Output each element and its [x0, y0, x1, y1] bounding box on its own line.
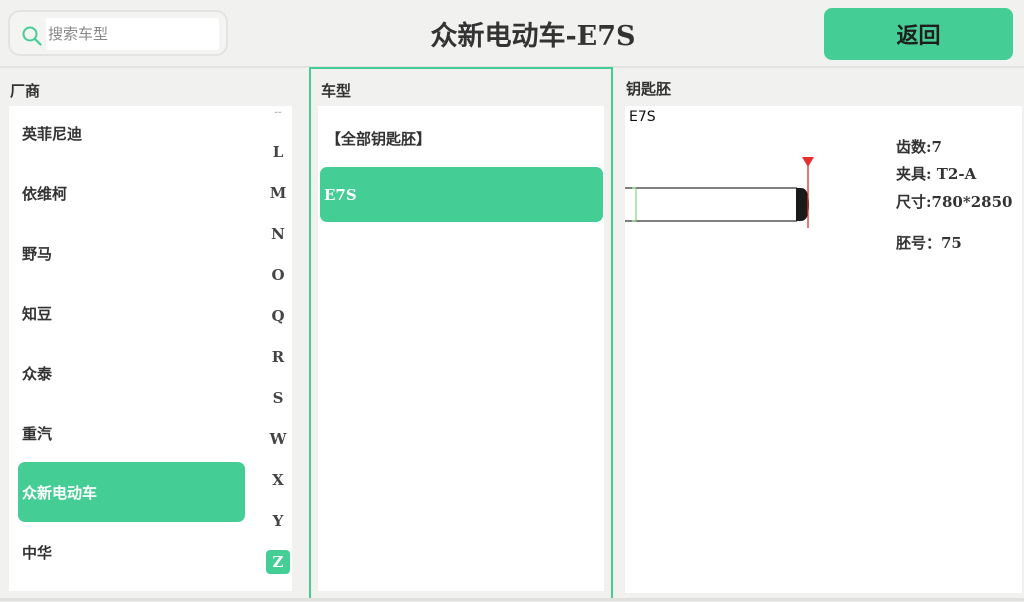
- back-button[interactable]: 返回: [824, 8, 1013, 60]
- spec-teeth: 齿数:7: [896, 138, 942, 156]
- letter-index-partial: --: [274, 108, 282, 118]
- letter-index-item-selected[interactable]: Z: [266, 550, 290, 574]
- manufacturer-item[interactable]: 野马: [22, 243, 52, 264]
- manufacturer-list: 英菲尼迪 依维柯 野马 知豆 众泰 重汽 众新电动车 中华 -- L M N O…: [9, 106, 292, 591]
- bottom-divider: [0, 598, 1024, 601]
- model-item-selected[interactable]: E7S: [320, 167, 603, 222]
- letter-index-item[interactable]: L: [264, 143, 292, 161]
- letter-index-item[interactable]: Q: [264, 307, 292, 325]
- spec-blank-number: 胚号：75: [896, 234, 962, 252]
- manufacturer-item[interactable]: 众泰: [22, 363, 52, 384]
- spec-clamp: 夹具: T2-A: [896, 165, 977, 183]
- letter-index-item[interactable]: M: [264, 184, 292, 202]
- letter-index-item[interactable]: X: [264, 471, 292, 489]
- model-list: 【全部钥匙胚】 E7S: [318, 106, 604, 591]
- key-blank-diagram: [625, 157, 814, 228]
- manufacturer-item[interactable]: 英菲尼迪: [22, 123, 82, 144]
- spec-size: 尺寸:780*2850: [896, 193, 1013, 211]
- key-blank-panel: E7S 齿数:7 夹具: T2-A 尺寸:780*2850 胚号：75: [625, 106, 1022, 593]
- key-blank-column-header: 钥匙胚: [626, 80, 672, 98]
- manufacturer-item-selected[interactable]: 众新电动车: [18, 462, 245, 522]
- manufacturer-item[interactable]: 重汽: [22, 423, 52, 444]
- letter-index-item[interactable]: N: [264, 225, 292, 243]
- manufacturer-item[interactable]: 知豆: [22, 303, 52, 324]
- letter-index-item[interactable]: Y: [264, 512, 292, 530]
- letter-index-item[interactable]: W: [264, 430, 292, 448]
- manufacturer-item[interactable]: 依维柯: [22, 183, 67, 204]
- letter-index-item[interactable]: S: [264, 389, 292, 407]
- letter-index-item[interactable]: R: [264, 348, 292, 366]
- manufacturer-item[interactable]: 中华: [22, 542, 52, 563]
- letter-index-item[interactable]: O: [264, 266, 292, 284]
- top-bar: 众新电动车-E7S 返回: [0, 0, 1024, 68]
- manufacturer-column-header: 厂商: [10, 82, 41, 100]
- blank-name: E7S: [629, 109, 656, 125]
- model-item[interactable]: 【全部钥匙胚】: [326, 128, 431, 149]
